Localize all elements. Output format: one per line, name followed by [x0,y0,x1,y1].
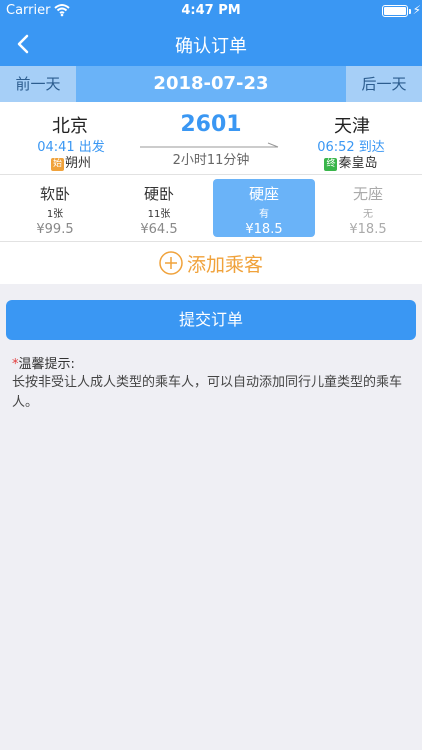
seat-price: ¥99.5 [36,222,74,237]
charging-icon: ⚡ [412,3,421,17]
battery-tip [409,9,411,14]
tip-heading: *温馨提示: [12,353,75,372]
seat-option-hard-seat[interactable]: 硬座 有 ¥18.5 [213,179,315,237]
route-arrow-icon [140,142,279,148]
clock: 4:47 PM [181,3,241,18]
terminal-station: 终秦皇岛 [296,152,406,171]
travel-date[interactable]: 2018-07-23 [76,66,346,102]
seat-option-hard-sleeper[interactable]: 硬卧 11张 ¥64.5 [108,179,210,237]
status-bar: Carrier 4:47 PM ⚡ [0,0,422,22]
seat-availability: 1张 [46,209,64,220]
seat-options: 软卧 1张 ¥99.5 硬卧 11张 ¥64.5 硬座 有 ¥18.5 无座 无… [0,174,422,242]
seat-availability: 无 [363,209,373,220]
seat-name: 硬座 [248,185,279,203]
seat-availability: 11张 [147,209,171,220]
terminal-tag: 终 [324,158,338,171]
train-info: 北京 04:41 出发 始朔州 2601 2小时11分钟 天津 06:52 到达… [0,102,422,174]
next-day-button[interactable]: 后一天 [346,66,422,102]
add-circle-icon [159,251,183,275]
arrival-city: 天津 [334,116,370,137]
tip-text: 长按非受让人成人类型的乘车人，可以自动添加同行儿童类型的乘车人。 [12,375,403,410]
add-passenger-label: 添加乘客 [186,254,263,276]
tip-title: 温馨提示: [18,357,75,372]
battery-icon [382,5,408,17]
seat-option-soft-sleeper[interactable]: 软卧 1张 ¥99.5 [4,179,106,237]
seat-price: ¥18.5 [349,222,387,237]
seat-name: 无座 [352,185,383,203]
seat-name: 硬卧 [143,185,174,203]
page-title: 确认订单 [175,36,247,57]
prev-day-button[interactable]: 前一天 [0,66,76,102]
add-passenger-button[interactable]: 添加乘客 [0,242,422,284]
submit-order-button[interactable]: 提交订单 [6,300,416,340]
terminal-station-name: 秦皇岛 [338,156,378,171]
seat-name: 软卧 [39,185,70,203]
seat-price: ¥64.5 [140,222,178,237]
nav-bar: 确认订单 [0,22,422,66]
date-bar: 前一天 2018-07-23 后一天 [0,66,422,102]
seat-availability: 有 [259,209,269,220]
seat-price: ¥18.5 [245,222,283,237]
seat-option-no-seat[interactable]: 无座 无 ¥18.5 [317,179,419,237]
